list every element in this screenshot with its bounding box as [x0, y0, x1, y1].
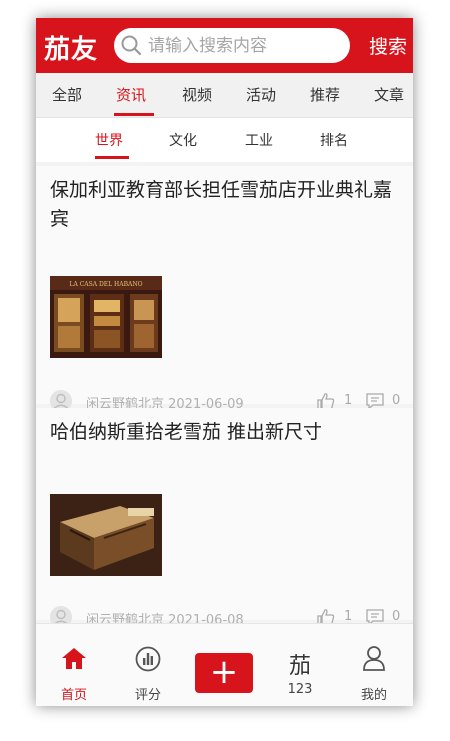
comment-count: 0 — [392, 393, 401, 408]
category-tabs: 全部 资讯 视频 活动 推荐 文章 — [36, 73, 413, 118]
tab-articles[interactable]: 文章 — [374, 84, 404, 105]
subtab-active-indicator — [95, 156, 129, 159]
subtab-ranking[interactable]: 排名 — [320, 130, 348, 150]
bottom-nav: 首页 评分 + 茄 123 我的 — [36, 623, 413, 706]
subcategory-tabs: 世界 文化 工业 排名 — [36, 118, 413, 162]
nav-mine[interactable]: 我的 — [344, 624, 404, 706]
article-card[interactable]: 保加利亚教育部长担任雪茄店开业典礼嘉宾 LA CASA DEL HABANO 闲… — [36, 166, 413, 412]
search-icon — [121, 35, 142, 56]
phone-screen: 茄友 搜索 全部 资讯 视频 活动 推荐 文章 世界 文化 工业 排名 保加利亚… — [36, 18, 413, 706]
search-box[interactable] — [114, 28, 350, 63]
nav-home-label: 首页 — [60, 688, 87, 703]
bar-chart-icon — [135, 646, 161, 672]
nav-cigar[interactable]: 茄 123 — [270, 624, 330, 706]
article-thumbnail[interactable]: LA CASA DEL HABANO — [50, 276, 162, 358]
tab-video[interactable]: 视频 — [182, 84, 212, 105]
add-button[interactable]: + — [195, 653, 253, 693]
like-count: 1 — [344, 609, 353, 624]
tab-active-indicator — [114, 113, 154, 116]
article-thumbnail[interactable] — [50, 494, 162, 576]
cigar-icon: 茄 — [288, 654, 311, 679]
tab-all[interactable]: 全部 — [52, 84, 82, 105]
comment-count: 0 — [392, 609, 401, 624]
search-button[interactable]: 搜索 — [369, 32, 407, 59]
user-icon — [363, 646, 385, 671]
nav-rating-label: 评分 — [134, 688, 161, 703]
article-card[interactable]: 哈伯纳斯重拾老雪茄 推出新尺寸 闲云野鹤北京 2021-06-08 1 0 — [36, 408, 413, 628]
like-count: 1 — [344, 393, 353, 408]
nav-rating[interactable]: 评分 — [118, 624, 178, 706]
nav-home[interactable]: 首页 — [44, 624, 104, 706]
nav-mine-label: 我的 — [360, 688, 387, 703]
subtab-industry[interactable]: 工业 — [245, 130, 273, 150]
tab-events[interactable]: 活动 — [246, 84, 276, 105]
tab-recommend[interactable]: 推荐 — [310, 84, 340, 105]
subtab-world[interactable]: 世界 — [95, 130, 123, 150]
article-title[interactable]: 哈伯纳斯重拾老雪茄 推出新尺寸 — [50, 418, 400, 447]
subtab-culture[interactable]: 文化 — [169, 130, 197, 150]
nav-cigar-label: 123 — [287, 682, 313, 697]
app-logo: 茄友 — [44, 35, 99, 65]
search-input[interactable] — [148, 28, 343, 63]
tab-news[interactable]: 资讯 — [116, 84, 146, 105]
storefront-sign: LA CASA DEL HABANO — [69, 281, 142, 288]
home-icon — [62, 648, 86, 669]
top-header: 茄友 搜索 — [36, 18, 413, 73]
article-title[interactable]: 保加利亚教育部长担任雪茄店开业典礼嘉宾 — [50, 176, 400, 234]
